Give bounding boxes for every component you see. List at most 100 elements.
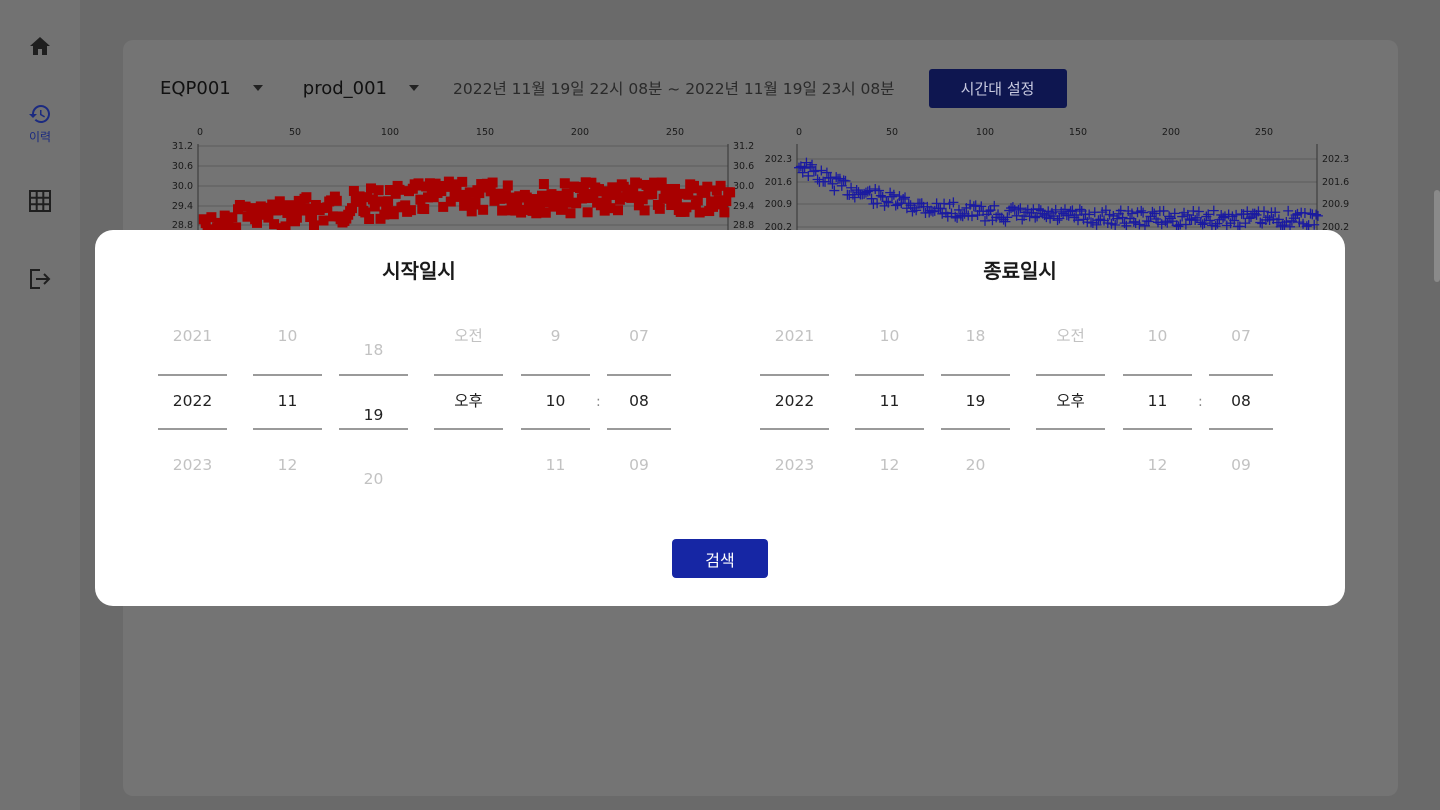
picker-value[interactable]: 07: [1209, 328, 1273, 344]
sidebar-item-history[interactable]: 이력: [0, 102, 80, 145]
picker-value[interactable]: 9: [521, 328, 590, 344]
time-range-text: 2022년 11월 19일 22시 08분 ~ 2022년 11월 19일 23…: [453, 80, 895, 98]
picker-value-selected[interactable]: 19: [941, 393, 1010, 409]
picker-value[interactable]: 11: [521, 457, 590, 473]
picker-selection-line: [158, 428, 227, 430]
picker-value[interactable]: [1036, 458, 1105, 473]
picker-selection-line: [339, 428, 408, 430]
scatter-point: [1309, 219, 1320, 230]
scatter-point: [721, 196, 732, 207]
picker-value[interactable]: 18: [339, 342, 408, 358]
scatter-point: [419, 204, 430, 215]
start-hour-picker[interactable]: 9 10 11: [521, 230, 590, 490]
page-scrollbar[interactable]: [1434, 190, 1440, 282]
picker-value[interactable]: 10: [253, 328, 322, 344]
end-minute-picker[interactable]: 07 08 09: [1209, 230, 1273, 490]
end-day-picker[interactable]: 18 19 20: [941, 230, 1010, 490]
chart-left-plot: 31.2 31.230.6 30.630.0 30.029.4 29.428.8 28.8…: [172, 127, 754, 235]
scatter-point: [373, 185, 384, 196]
picker-value[interactable]: 2021: [158, 328, 227, 344]
picker-value[interactable]: 09: [607, 457, 671, 473]
x-tick-label: 150: [476, 127, 494, 138]
picker-value-selected[interactable]: 08: [607, 393, 671, 409]
search-button[interactable]: 검색: [672, 539, 768, 578]
y-tick-label: 202.3: [765, 154, 792, 165]
x-tick-label: 100: [976, 127, 994, 138]
picker-value[interactable]: 07: [607, 328, 671, 344]
picker-value[interactable]: 12: [253, 457, 322, 473]
picker-value[interactable]: 09: [1209, 457, 1273, 473]
picker-value-selected[interactable]: 11: [1123, 393, 1192, 409]
scatter-point: [394, 184, 405, 195]
y-tick-label-right: 200.9: [1322, 199, 1349, 210]
picker-value[interactable]: 오전: [434, 328, 503, 344]
equipment-select[interactable]: EQP001: [160, 78, 263, 99]
picker-value-selected[interactable]: 11: [855, 393, 924, 409]
picker-value-selected[interactable]: 2022: [760, 393, 829, 409]
picker-value-selected[interactable]: 11: [253, 393, 322, 409]
end-time-colon: :: [1198, 394, 1203, 410]
start-ampm-picker[interactable]: 오전오후: [434, 230, 503, 490]
picker-value-selected[interactable]: 10: [521, 393, 590, 409]
scatter-point: [331, 195, 342, 206]
datetime-modal: 시작일시 종료일시 2021 2022 2023 10 11 12 18 19 20 오전 오후 9 1…: [95, 230, 1345, 606]
picker-value-selected[interactable]: 오후: [434, 393, 503, 409]
picker-value[interactable]: 18: [941, 328, 1010, 344]
sidebar-item-home[interactable]: [0, 36, 80, 56]
start-year-picker[interactable]: 2021 2022 2023: [158, 230, 227, 490]
picker-value-selected[interactable]: 오후: [1036, 393, 1105, 409]
y-tick-label-right: 30.6: [733, 161, 754, 172]
x-tick-label: 50: [886, 127, 898, 138]
scatter-point: [538, 179, 549, 190]
start-day-picker[interactable]: 18 19 20: [339, 230, 408, 490]
picker-value[interactable]: 10: [855, 328, 924, 344]
picker-value-selected[interactable]: 19: [339, 407, 408, 423]
start-month-picker[interactable]: 10 11 12: [253, 230, 322, 490]
scatter-point: [725, 187, 736, 198]
picker-value[interactable]: 오전: [1036, 328, 1105, 344]
scatter-point: [405, 205, 416, 216]
sidebar: 이력: [0, 0, 80, 810]
picker-selection-line: [253, 374, 322, 376]
picker-selection-line: [941, 428, 1010, 430]
end-month-picker[interactable]: 10 11 12: [855, 230, 924, 490]
picker-value[interactable]: 10: [1123, 328, 1192, 344]
picker-selection-line: [1036, 428, 1105, 430]
scatter-point: [976, 201, 987, 212]
picker-value[interactable]: 20: [339, 471, 408, 487]
scatter-point: [632, 178, 642, 189]
time-range-button[interactable]: 시간대 설정: [928, 68, 1067, 108]
scatter-point: [309, 220, 319, 231]
end-ampm-picker[interactable]: 오전오후: [1036, 230, 1105, 490]
scatter-point: [487, 177, 498, 188]
picker-value[interactable]: 20: [941, 457, 1010, 473]
end-year-picker[interactable]: 2021 2022 2023: [760, 230, 829, 490]
scatter-point: [702, 181, 713, 192]
scatter-point: [694, 207, 705, 218]
picker-value[interactable]: 12: [855, 457, 924, 473]
scatter-point: [719, 207, 730, 218]
sidebar-item-grid[interactable]: [0, 190, 80, 212]
y-tick-label-right: 31.2: [733, 141, 754, 152]
scatter-point: [654, 203, 665, 214]
start-minute-picker[interactable]: 07 08 09: [607, 230, 671, 490]
picker-value-selected[interactable]: 08: [1209, 393, 1273, 409]
picker-value[interactable]: 2023: [158, 457, 227, 473]
picker-value[interactable]: 2021: [760, 328, 829, 344]
picker-value[interactable]: 2023: [760, 457, 829, 473]
product-select[interactable]: prod_001: [303, 78, 419, 99]
chart-left: 31.2 31.2 30.6 30.6 30.0 30.0 29.4 29.4 28.8 28.8…: [165, 124, 765, 235]
picker-selection-line: [1123, 428, 1192, 430]
scatter-point: [1305, 208, 1316, 219]
end-hour-picker[interactable]: 10 11 12: [1123, 230, 1192, 490]
picker-value-selected[interactable]: 2022: [158, 393, 227, 409]
picker-selection-line: [1036, 374, 1105, 376]
y-tick-label: 29.4: [172, 201, 193, 212]
logout-icon: [30, 269, 51, 289]
picker-value[interactable]: [434, 458, 503, 473]
scatter-point: [1193, 206, 1204, 217]
picker-value[interactable]: 12: [1123, 457, 1192, 473]
sidebar-item-logout[interactable]: [0, 268, 80, 290]
product-select-value: prod_001: [302, 77, 387, 99]
scatter-point: [681, 202, 692, 213]
